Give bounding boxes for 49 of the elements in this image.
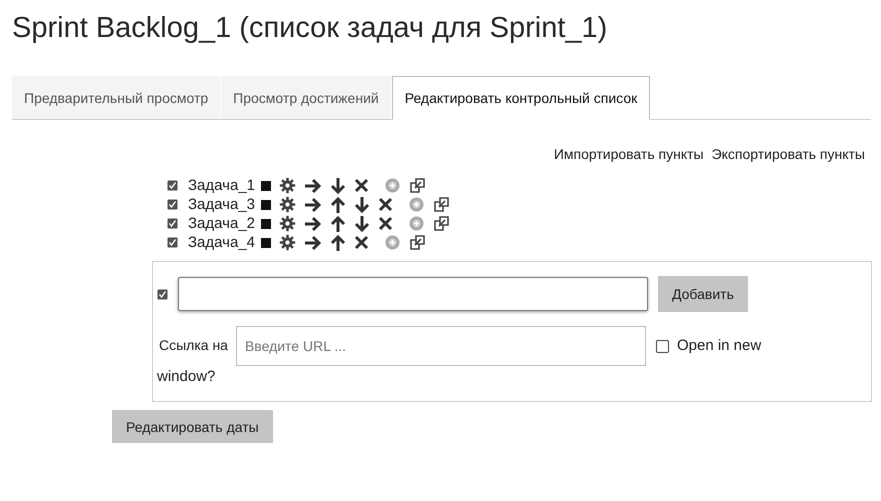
gear-icon[interactable] <box>279 234 296 251</box>
tab[interactable]: Предварительный просмотр <box>12 76 220 119</box>
right-arrow-icon[interactable] <box>304 178 322 194</box>
item-input-field[interactable] <box>178 277 648 311</box>
down-arrow-icon[interactable] <box>354 196 370 214</box>
gear-icon[interactable] <box>279 196 296 213</box>
delete-icon[interactable] <box>354 235 370 250</box>
checklist-icon[interactable] <box>167 180 178 191</box>
gear-icon[interactable] <box>279 215 296 232</box>
gear-icon[interactable] <box>279 177 296 194</box>
down-arrow-icon[interactable] <box>330 176 346 194</box>
toolbar-link[interactable]: Экспортировать пункты <box>712 146 865 162</box>
down-arrow-icon[interactable] <box>354 214 370 232</box>
external-link-icon[interactable] <box>410 178 426 193</box>
add-button[interactable]: Добавить <box>658 276 748 312</box>
external-link-icon[interactable] <box>410 235 426 250</box>
color-square-icon[interactable] <box>261 238 272 248</box>
url-input-field[interactable]: Введите URL ... <box>236 326 646 366</box>
new-window-label: window? <box>157 368 216 386</box>
tab[interactable]: Просмотр достижений <box>221 76 391 119</box>
color-square-icon[interactable] <box>261 180 272 190</box>
color-square-icon[interactable] <box>261 218 272 228</box>
right-arrow-icon[interactable] <box>304 216 322 232</box>
edit-dates-button[interactable]: Редактировать даты <box>112 410 273 444</box>
delete-icon[interactable] <box>354 178 370 193</box>
task-name: Задача_3 <box>188 196 256 213</box>
task-name: Задача_2 <box>188 215 256 232</box>
up-arrow-icon[interactable] <box>330 234 346 252</box>
up-arrow-icon[interactable] <box>330 214 346 232</box>
right-arrow-icon[interactable] <box>304 196 322 212</box>
task-name: Задача_1 <box>188 177 256 194</box>
url-label: Ссылка на <box>158 337 228 353</box>
up-arrow-icon[interactable] <box>330 196 346 214</box>
delete-icon[interactable] <box>378 216 394 231</box>
page-title: Sprint Backlog_1 (список задач для Sprint_1) <box>12 12 608 46</box>
external-link-icon[interactable] <box>434 197 450 212</box>
checklist-icon[interactable] <box>167 218 178 229</box>
checklist-icon <box>157 288 168 300</box>
checkbox[interactable] <box>656 340 669 353</box>
checklist-icon[interactable] <box>167 199 178 210</box>
external-link-icon[interactable] <box>434 216 450 231</box>
color-square-icon[interactable] <box>261 200 272 210</box>
task-name: Задача_4 <box>188 234 256 251</box>
delete-icon[interactable] <box>378 197 394 212</box>
tab[interactable]: Редактировать контрольный список <box>392 76 650 120</box>
toolbar-link[interactable]: Импортировать пункты <box>554 146 704 162</box>
right-arrow-icon[interactable] <box>304 234 322 250</box>
checklist-icon[interactable] <box>167 237 178 248</box>
new-window-label: Open in new <box>676 337 762 354</box>
